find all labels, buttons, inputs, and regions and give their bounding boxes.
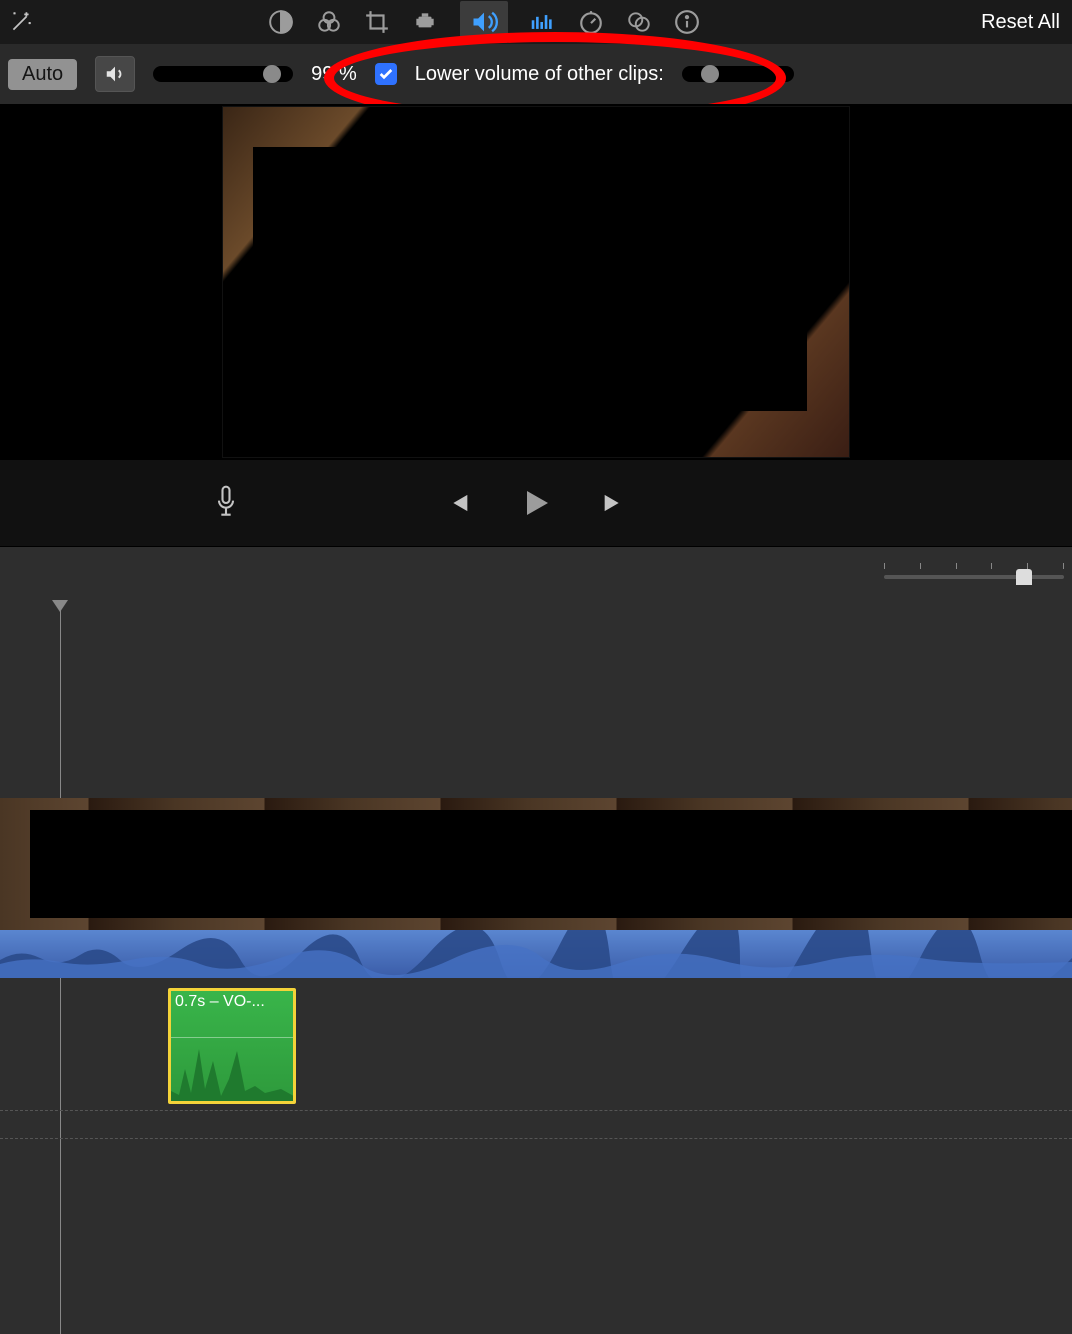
track-divider xyxy=(0,1110,1072,1111)
fullscreen-icon[interactable] xyxy=(814,490,840,516)
video-track[interactable] xyxy=(0,798,1072,930)
mute-button[interactable] xyxy=(95,56,135,92)
microphone-icon[interactable] xyxy=(212,483,240,523)
clip-filter-icon[interactable] xyxy=(626,9,652,35)
reset-all-button[interactable]: Reset All xyxy=(981,11,1064,34)
voiceover-clip[interactable]: 0.7s – VO-... xyxy=(168,988,296,1104)
preview-viewer xyxy=(0,104,1072,460)
lower-volume-slider[interactable] xyxy=(682,65,794,83)
zoom-slider[interactable] xyxy=(884,563,1064,583)
volume-tab-icon[interactable] xyxy=(460,1,508,43)
auto-button[interactable]: Auto xyxy=(8,59,77,90)
preview-frame xyxy=(222,106,850,458)
info-icon[interactable] xyxy=(674,9,700,35)
timeline[interactable]: 0.7s – VO-... xyxy=(0,598,1072,1334)
audio-waveform-track[interactable] xyxy=(0,930,1072,978)
magic-wand-icon[interactable] xyxy=(8,9,34,35)
lower-volume-checkbox[interactable] xyxy=(375,63,397,85)
volume-controls-row: Auto 99 % Lower volume of other clips: xyxy=(0,44,1072,104)
crop-icon[interactable] xyxy=(364,9,390,35)
previous-button[interactable] xyxy=(444,489,472,517)
track-divider xyxy=(0,1138,1072,1139)
stabilization-icon[interactable] xyxy=(412,9,438,35)
speed-icon[interactable] xyxy=(578,9,604,35)
adjustments-toolbar: Reset All xyxy=(0,0,1072,44)
color-correction-icon[interactable] xyxy=(316,9,342,35)
color-balance-icon[interactable] xyxy=(268,9,294,35)
noise-reduction-icon[interactable] xyxy=(530,9,556,35)
play-button[interactable] xyxy=(518,485,554,521)
timeline-zoom-row xyxy=(0,546,1072,598)
lower-volume-label: Lower volume of other clips: xyxy=(415,63,664,86)
playback-controls xyxy=(0,460,1072,546)
volume-percent-label: 99 % xyxy=(311,63,357,86)
volume-slider[interactable] xyxy=(153,65,293,83)
voiceover-clip-label: 0.7s – VO-... xyxy=(175,993,289,1011)
next-button[interactable] xyxy=(600,489,628,517)
